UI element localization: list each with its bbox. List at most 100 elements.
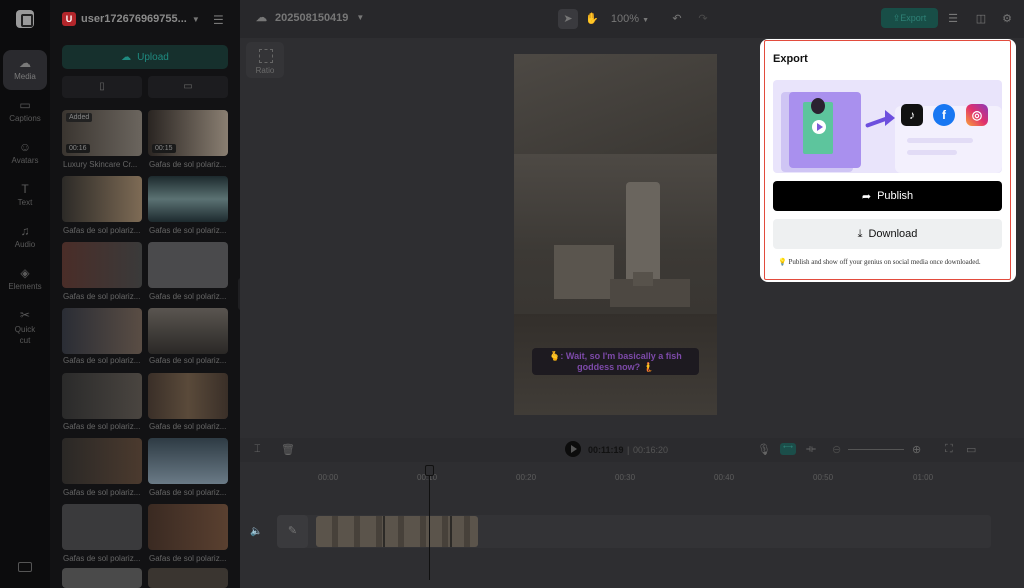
play-button[interactable] [565, 441, 581, 457]
clip-seam [383, 516, 385, 547]
cloud-sync-icon: ☁ [256, 12, 267, 24]
elements-icon: ◈ [20, 266, 30, 280]
media-thumbnail[interactable] [62, 568, 142, 588]
media-caption: Luxury Skincare Cr... [63, 160, 138, 169]
sidebar-item-media[interactable]: ☁ Media [3, 50, 47, 90]
phone-source-button[interactable]: ▯ [62, 76, 142, 98]
export-button[interactable]: ⇪Export [881, 8, 938, 28]
project-name: 202508150419 [275, 11, 349, 24]
redo-icon[interactable]: ↷ [694, 9, 712, 29]
microphone-icon[interactable]: 🎙 [757, 443, 771, 456]
arrow-head [885, 110, 895, 126]
sidebar-item-quick-cut[interactable]: ✂ Quick cut [3, 302, 47, 345]
product-cap [633, 272, 653, 286]
ratio-label: Ratio [255, 66, 275, 75]
ruler-tick: 00:00 [318, 473, 339, 482]
fit-timeline-icon[interactable]: ⛶ [945, 443, 953, 456]
track-volume-icon[interactable]: 🔈 [250, 526, 262, 537]
keyboard-shortcuts-icon[interactable] [18, 562, 32, 572]
duration-badge: 00:16 [66, 144, 90, 153]
hand-tool-icon[interactable]: ✋ [582, 9, 602, 29]
media-thumbnail[interactable] [62, 242, 142, 288]
text-icon: T [21, 182, 29, 196]
media-thumbnail[interactable]: 00:15 [148, 110, 228, 156]
media-thumbnail[interactable] [148, 373, 228, 419]
media-caption: Gafas de sol polariz... [63, 422, 141, 431]
media-caption: Gafas de sol polariz... [63, 554, 141, 563]
sidebar-item-avatars[interactable]: ☺ Avatars [3, 134, 47, 174]
media-thumbnail[interactable] [148, 308, 228, 354]
left-rail: ☁ Media ▭ Captions ☺ Avatars T Text ♫ Au… [0, 0, 50, 588]
sidebar-item-captions[interactable]: ▭ Captions [3, 92, 47, 132]
sidebar-item-label: Avatars [11, 156, 39, 165]
upload-label: Upload [137, 51, 169, 63]
media-thumbnail[interactable] [62, 308, 142, 354]
preview-icon[interactable]: ▭ [966, 443, 976, 456]
undo-icon[interactable]: ↶ [668, 9, 686, 29]
phone-icon: ▯ [99, 81, 105, 92]
clip-seam [450, 516, 452, 547]
ruler-tick: 00:50 [813, 473, 834, 482]
media-thumbnail[interactable] [62, 176, 142, 222]
instagram-icon: ◎ [966, 104, 988, 126]
zoom-in-icon[interactable]: ⊕ [912, 443, 921, 456]
zoom-out-icon[interactable]: ⊖ [832, 443, 841, 456]
pedestal-block [554, 245, 614, 299]
sidebar-item-elements[interactable]: ◈ Elements [3, 260, 47, 300]
sidebar-item-label: Elements [8, 282, 42, 291]
sidebar-item-label: Captions [9, 114, 41, 123]
product-tube [626, 182, 660, 282]
media-thumbnail[interactable] [148, 438, 228, 484]
time-separator: | [627, 445, 630, 455]
media-thumbnail[interactable] [148, 568, 228, 588]
quick-cut-icon: ✂ [19, 308, 31, 322]
upload-button[interactable]: ☁ Upload [62, 45, 228, 69]
ruler-tick: 00:20 [516, 473, 537, 482]
layers-icon[interactable]: ☰ [944, 9, 962, 29]
panel-toggle-icon[interactable]: ◫ [972, 9, 990, 29]
workspace-switcher[interactable]: U user172676969755... ▼ [62, 11, 200, 27]
screen-icon: ▭ [183, 81, 193, 92]
project-title[interactable]: ☁ 202508150419 ▼ [256, 11, 364, 25]
media-thumbnail[interactable] [62, 373, 142, 419]
zoom-dropdown[interactable]: 100% ▼ [610, 9, 650, 29]
split-clip-icon[interactable]: ⟛ [806, 443, 816, 456]
media-thumbnail[interactable] [62, 438, 142, 484]
media-thumbnail[interactable] [148, 242, 228, 288]
ratio-button[interactable]: Ratio [246, 42, 284, 78]
filter-menu-icon[interactable]: ☰ [213, 13, 224, 27]
media-thumbnail[interactable] [148, 504, 228, 550]
export-note: 💡 Publish and show off your genius on so… [778, 258, 981, 266]
timeline-zoom-slider[interactable] [848, 449, 904, 450]
added-badge: Added [66, 113, 93, 122]
sidebar-item-text[interactable]: T Text [3, 176, 47, 216]
media-thumbnail[interactable] [62, 504, 142, 550]
media-caption: Gafas de sol polariz... [63, 356, 141, 365]
export-label: Export [900, 13, 927, 23]
edit-track-icon[interactable]: ✎ [277, 515, 308, 548]
export-title: Export [773, 53, 808, 65]
publish-button[interactable]: ➦ Publish [773, 181, 1002, 211]
download-button[interactable]: ⤓ Download [773, 219, 1002, 249]
delete-icon[interactable]: 🗑 [281, 443, 295, 456]
playhead-handle[interactable] [425, 465, 434, 476]
app-logo[interactable] [16, 10, 34, 28]
sidebar-item-label: Text [17, 198, 33, 207]
export-banner-illustration: ♪ f ◎ [773, 80, 1002, 173]
media-caption: Gafas de sol polariz... [63, 292, 141, 301]
media-caption: Gafas de sol polariz... [149, 488, 227, 497]
media-caption: Gafas de sol polariz... [149, 422, 227, 431]
ruler-tick: 01:00 [913, 473, 934, 482]
sidebar-item-audio[interactable]: ♫ Audio [3, 218, 47, 258]
playhead[interactable] [429, 466, 430, 580]
caption-overlay[interactable]: 🫰: Wait, so I'm basically a fish goddess… [532, 348, 699, 375]
screen-source-button[interactable]: ▭ [148, 76, 228, 98]
link-toggle-icon[interactable]: ⟷ [780, 443, 796, 455]
split-icon[interactable]: ⌶ [254, 443, 261, 456]
media-thumbnail[interactable] [148, 176, 228, 222]
media-thumbnail[interactable]: Added 00:16 [62, 110, 142, 156]
chevron-down-icon: ▼ [642, 17, 650, 24]
settings-icon[interactable]: ⚙ [998, 9, 1016, 29]
video-clip[interactable] [316, 516, 478, 547]
select-tool-icon[interactable]: ➤ [558, 9, 578, 29]
